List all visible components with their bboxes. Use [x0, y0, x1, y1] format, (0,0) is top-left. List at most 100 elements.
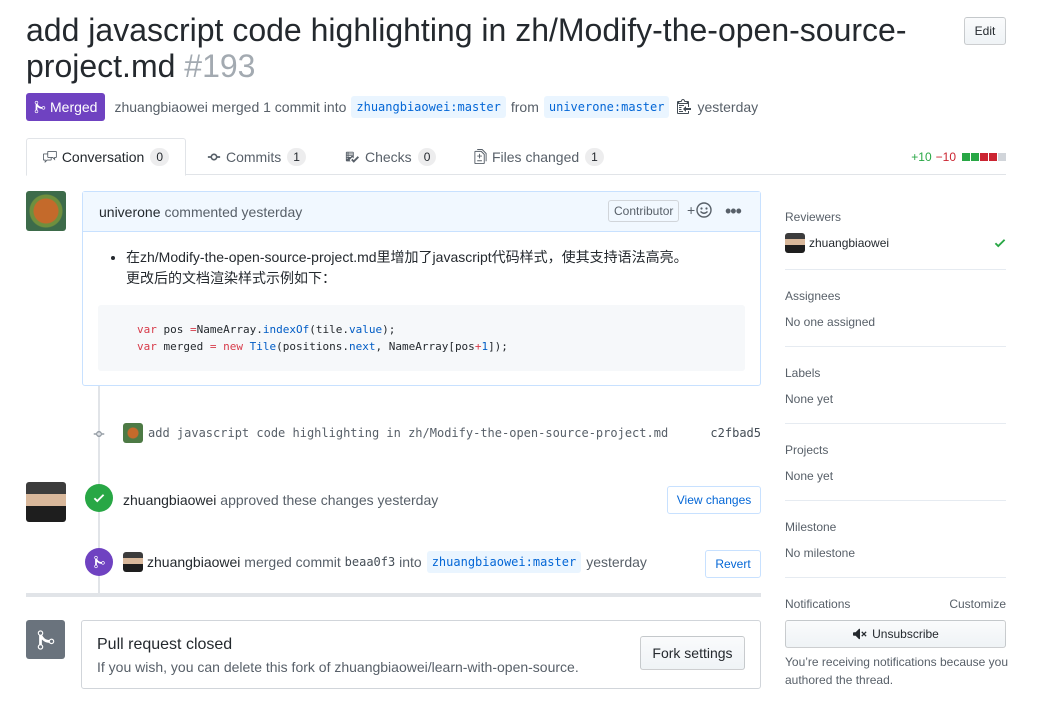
git-commit-icon [207, 153, 221, 160]
reviewer-name-link[interactable]: zhuangbiaowei [809, 236, 889, 250]
code-keyword: var [137, 340, 157, 353]
merge-event-time: yesterday [586, 554, 647, 570]
merge-target-branch[interactable]: zhuangbiaowei:master [426, 551, 582, 573]
tab-counter: 0 [417, 147, 437, 166]
tab-label: Files changed [492, 148, 580, 165]
head-branch[interactable]: univerone:master [543, 96, 670, 118]
tab-counter: 1 [287, 147, 306, 166]
mute-icon [853, 628, 867, 640]
approval-author-link[interactable]: zhuangbiaowei [123, 492, 216, 508]
commit-message-link[interactable]: add javascript code highlighting in zh/M… [148, 426, 668, 440]
revert-button[interactable]: Revert [705, 550, 761, 578]
merge-event-action: merged commit [244, 554, 341, 570]
merge-time: yesterday [697, 99, 759, 115]
git-merge-icon [34, 100, 46, 114]
projects-label[interactable]: Projects [785, 443, 828, 457]
commit-row: add javascript code highlighting in zh/M… [86, 423, 761, 443]
sidebar-projects: Projects None yet [785, 439, 1006, 501]
code-keyword: new [223, 340, 243, 353]
customize-link[interactable]: Customize [949, 597, 1006, 611]
diffstat-blocks [961, 153, 1006, 161]
comment-author-link[interactable]: univerone [99, 204, 161, 220]
clippy-icon[interactable] [677, 98, 692, 117]
avatar[interactable] [785, 233, 805, 253]
diffstat-block [980, 153, 988, 161]
diffstat-block [962, 153, 970, 161]
code-text: pos [156, 323, 190, 336]
labels-label[interactable]: Labels [785, 366, 820, 380]
comment-action: commented yesterday [164, 203, 303, 220]
comment-discussion-icon [43, 150, 57, 164]
sidebar-notifications: Notifications Customize [785, 593, 1006, 613]
reviewers-label[interactable]: Reviewers [785, 210, 841, 224]
merge-commit-sha-link[interactable]: beaa0f3 [345, 555, 396, 569]
tab-commits[interactable]: Commits 1 [191, 138, 322, 175]
unsubscribe-button[interactable]: Unsubscribe [785, 620, 1006, 648]
tab-counter: 1 [585, 147, 604, 166]
pr-closed-heading: Pull request closed [97, 636, 233, 653]
code-class: Tile [249, 340, 277, 353]
diffstat-block [998, 153, 1006, 161]
add-reaction-button[interactable]: + [687, 202, 712, 218]
code-text: (tile. [309, 323, 349, 336]
check-icon [994, 239, 1006, 248]
sidebar-reviewers: Reviewers zhuangbiaowei [785, 206, 1006, 270]
code-function: indexOf [262, 323, 310, 336]
merge-event-author-link[interactable]: zhuangbiaowei [147, 554, 240, 570]
approval-event: zhuangbiaowei approved these changes yes… [123, 492, 438, 508]
kebab-icon[interactable]: ••• [725, 201, 742, 222]
sidebar-labels: Labels None yet [785, 362, 1006, 424]
tab-checks[interactable]: Checks 0 [328, 138, 452, 175]
merge-author-link[interactable]: zhuangbiaowei [114, 99, 207, 115]
tab-conversation[interactable]: Conversation 0 [26, 138, 186, 176]
code-line-1: var pos =NameArray.indexOf(tile.value); [137, 321, 706, 338]
notifications-label: Notifications [785, 597, 851, 611]
plus-icon: + [687, 202, 696, 218]
fork-settings-button[interactable]: Fork settings [640, 636, 745, 670]
code-text: , NameArray[pos [375, 340, 475, 353]
code-text: merged [156, 340, 210, 353]
code-text: NameArray. [196, 323, 263, 336]
assignees-value: No one assigned [785, 315, 876, 329]
edit-button[interactable]: Edit [964, 17, 1006, 45]
code-block: var pos =NameArray.indexOf(tile.value); … [98, 305, 745, 371]
comment-body: 在zh/Modify-the-open-source-project.md里增加… [83, 232, 760, 386]
base-branch[interactable]: zhuangbiaowei:master [351, 96, 506, 118]
into-text: into [399, 554, 422, 570]
milestone-value: No milestone [785, 546, 856, 560]
pr-title: add javascript code highlighting in zh/M… [26, 12, 907, 84]
tab-label: Checks [365, 148, 412, 165]
tab-label: Conversation [61, 149, 145, 165]
commit-sha-link[interactable]: c2fbad5 [710, 426, 761, 440]
avatar[interactable] [123, 423, 143, 443]
approval-action: approved these changes [220, 492, 374, 508]
tab-counter: 0 [150, 148, 169, 166]
pr-closed-box: Pull request closed If you wish, you can… [81, 620, 761, 689]
code-property: value [348, 323, 383, 336]
diffstat[interactable]: +10 −10 [911, 150, 1006, 164]
reviewer-row: zhuangbiaowei [785, 233, 1006, 253]
assignees-label[interactable]: Assignees [785, 289, 840, 303]
diffstat-block [971, 153, 979, 161]
view-changes-button[interactable]: View changes [667, 486, 761, 514]
sidebar-milestone: Milestone No milestone [785, 516, 1006, 578]
merge-event: zhuangbiaowei merged commit beaa0f3 into… [123, 550, 647, 574]
tab-files-changed[interactable]: Files changed 1 [458, 138, 620, 175]
avatar[interactable] [26, 191, 66, 231]
pr-number: #193 [184, 48, 256, 84]
code-line-2: var merged = new Tile(positions.next, Na… [137, 338, 706, 355]
milestone-label[interactable]: Milestone [785, 520, 836, 534]
comment-line-1: 在zh/Modify-the-open-source-project.md里增加… [126, 249, 688, 265]
git-merge-icon [26, 620, 65, 659]
avatar[interactable] [26, 482, 66, 522]
avatar[interactable] [123, 552, 143, 572]
pr-tabs: Conversation 0 Commits 1 Checks 0 Files … [26, 138, 1006, 176]
code-text: ]); [488, 340, 508, 353]
code-operator: = [190, 323, 197, 336]
diffstat-block [989, 153, 997, 161]
timeline-divider [26, 593, 761, 597]
check-icon [85, 484, 113, 512]
code-text: ); [382, 323, 396, 336]
labels-value: None yet [785, 392, 834, 406]
sidebar-assignees: Assignees No one assigned [785, 285, 1006, 347]
